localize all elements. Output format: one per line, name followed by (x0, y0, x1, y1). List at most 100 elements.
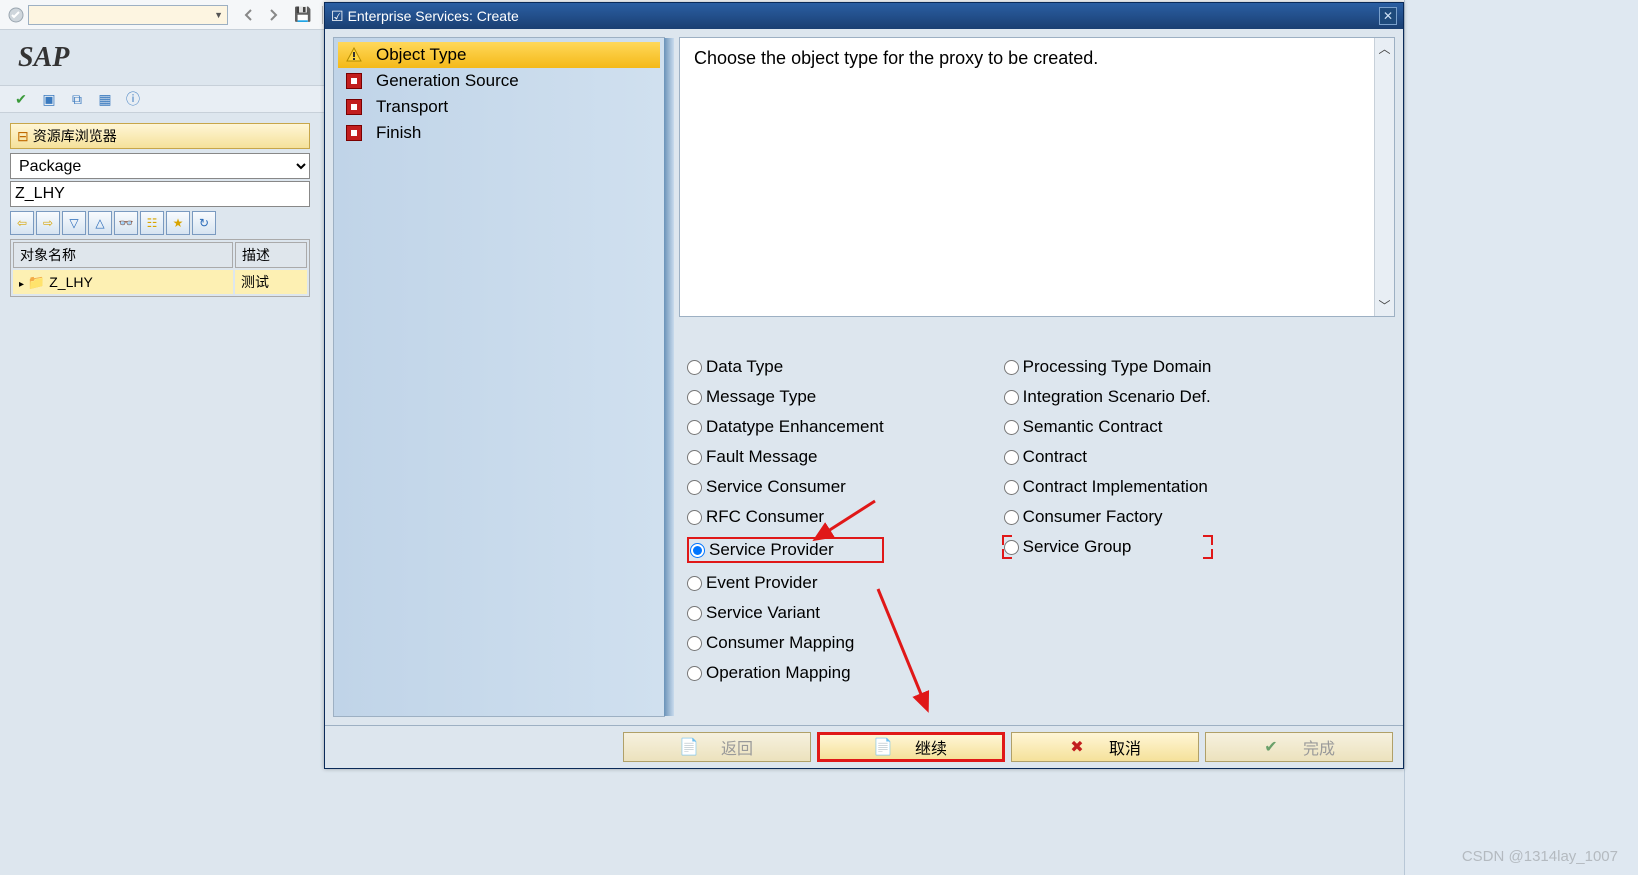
cell-name: Z_LHY (49, 274, 93, 290)
radio-event-provider[interactable]: Event Provider (687, 573, 884, 593)
table-row[interactable]: ▸ 📁 Z_LHY 测试 (13, 270, 307, 294)
radio-service-provider[interactable]: Service Provider (690, 540, 881, 560)
radio-consumer-mapping[interactable]: Consumer Mapping (687, 633, 884, 653)
radio-operation-mapping[interactable]: Operation Mapping (687, 663, 884, 683)
create-dialog: ☑ Enterprise Services: Create ✕ Object T… (324, 2, 1404, 769)
package-input[interactable] (10, 181, 310, 207)
copy-icon[interactable]: ⧉ (66, 88, 88, 110)
radio-input[interactable] (687, 450, 702, 465)
wizard-step-finish[interactable]: Finish (338, 120, 660, 146)
close-button[interactable]: ✕ (1379, 7, 1397, 25)
wizard-step-transport[interactable]: Transport (338, 94, 660, 120)
radio-label: Service Consumer (706, 477, 846, 497)
sap-logo: SAP (18, 42, 69, 74)
back-label: 返回 (721, 735, 753, 759)
radio-input[interactable] (1004, 450, 1019, 465)
radio-service-consumer[interactable]: Service Consumer (687, 477, 884, 497)
radio-input[interactable] (1004, 510, 1019, 525)
radio-fault-message[interactable]: Fault Message (687, 447, 884, 467)
radio-input[interactable] (687, 576, 702, 591)
radio-rfc-consumer[interactable]: RFC Consumer (687, 507, 884, 527)
paste-icon[interactable]: ▦ (94, 88, 116, 110)
chevron-down-icon: ▼ (214, 10, 223, 20)
create-icon[interactable]: ▣ (38, 88, 60, 110)
scroll-down-icon[interactable]: ﹀ (1378, 297, 1390, 314)
repo-type-select[interactable]: Package (10, 153, 310, 179)
back-button[interactable]: 📄 返回 (623, 732, 811, 762)
radio-input[interactable] (1004, 360, 1019, 375)
favorite-button[interactable]: ★ (166, 211, 190, 235)
radio-label: Consumer Factory (1023, 507, 1163, 527)
radio-label: Processing Type Domain (1023, 357, 1212, 377)
radio-processing-type-domain[interactable]: Processing Type Domain (1004, 357, 1212, 377)
radio-input[interactable] (687, 606, 702, 621)
radio-input[interactable] (1004, 480, 1019, 495)
cancel-button[interactable]: ✖ 取消 (1011, 732, 1199, 762)
wizard-step-generation-source[interactable]: Generation Source (338, 68, 660, 94)
radio-label: Service Variant (706, 603, 820, 623)
radio-input[interactable] (687, 360, 702, 375)
cell-desc: 测试 (235, 270, 307, 294)
radio-input[interactable] (687, 420, 702, 435)
window-icon: ☑ (331, 8, 344, 25)
finish-button[interactable]: ✔ 完成 (1205, 732, 1393, 762)
watermark: CSDN @1314lay_1007 (1462, 848, 1618, 865)
save-icon[interactable]: 💾 (292, 4, 314, 26)
radio-label: Integration Scenario Def. (1023, 387, 1211, 407)
radio-label: RFC Consumer (706, 507, 824, 527)
radio-contract-implementation[interactable]: Contract Implementation (1004, 477, 1212, 497)
continue-label: 继续 (915, 735, 947, 759)
col-object-name: 对象名称 (13, 242, 233, 268)
radio-input[interactable] (687, 390, 702, 405)
page-back-icon: 📄 (681, 739, 697, 755)
instruction-text: Choose the object type for the proxy to … (694, 48, 1098, 68)
command-field[interactable]: ▼ (28, 5, 228, 25)
repo-tree-table: 对象名称 描述 ▸ 📁 Z_LHY 测试 (10, 239, 310, 297)
execute-icon[interactable]: ✔ (10, 88, 32, 110)
step-label: Object Type (376, 45, 466, 65)
radio-message-type[interactable]: Message Type (687, 387, 884, 407)
instruction-panel: Choose the object type for the proxy to … (679, 37, 1395, 317)
step-label: Generation Source (376, 71, 519, 91)
nav-forward-button[interactable] (262, 4, 284, 26)
nav-left-button[interactable]: ⇦ (10, 211, 34, 235)
radio-input[interactable] (687, 636, 702, 651)
dialog-title-bar[interactable]: ☑ Enterprise Services: Create ✕ (325, 3, 1403, 29)
radio-input[interactable] (687, 666, 702, 681)
radio-input[interactable] (690, 543, 705, 558)
repository-browser: ⊟ 资源库浏览器 Package ⇦ ⇨ ▽ △ 👓 ☷ ★ ↻ 对象名称 描述… (10, 123, 310, 297)
cancel-label: 取消 (1109, 735, 1141, 759)
radio-label: Semantic Contract (1023, 417, 1163, 437)
radio-semantic-contract[interactable]: Semantic Contract (1004, 417, 1212, 437)
radio-service-group[interactable]: Service Group (1004, 537, 1212, 557)
radio-input[interactable] (687, 480, 702, 495)
radio-input[interactable] (1004, 390, 1019, 405)
radio-contract[interactable]: Contract (1004, 447, 1212, 467)
tree-button[interactable]: ☷ (140, 211, 164, 235)
radio-input[interactable] (1004, 420, 1019, 435)
hierarchy-icon: ⊟ (17, 128, 29, 145)
radio-consumer-factory[interactable]: Consumer Factory (1004, 507, 1212, 527)
status-ok-icon (8, 7, 24, 23)
radio-label: Data Type (706, 357, 783, 377)
expand-button[interactable]: △ (88, 211, 112, 235)
radio-data-type[interactable]: Data Type (687, 357, 884, 377)
radio-input[interactable] (687, 510, 702, 525)
dialog-footer: 📄 返回 📄 继续 ✖ 取消 ✔ 完成 (325, 725, 1403, 768)
refresh-button[interactable]: ↻ (192, 211, 216, 235)
nav-right-button[interactable]: ⇨ (36, 211, 60, 235)
radio-service-variant[interactable]: Service Variant (687, 603, 884, 623)
finish-icon: ✔ (1263, 739, 1279, 755)
radio-label: Operation Mapping (706, 663, 851, 683)
search-button[interactable]: 👓 (114, 211, 138, 235)
radio-label: Contract (1023, 447, 1087, 467)
instruction-scrollbar[interactable]: ︿ ﹀ (1374, 38, 1394, 316)
nav-back-button[interactable] (238, 4, 260, 26)
continue-button[interactable]: 📄 继续 (817, 732, 1005, 762)
filter-button[interactable]: ▽ (62, 211, 86, 235)
radio-datatype-enhancement[interactable]: Datatype Enhancement (687, 417, 884, 437)
info-icon[interactable]: ⓘ (122, 88, 144, 110)
wizard-step-object-type[interactable]: Object Type (338, 42, 660, 68)
radio-integration-scenario-def-[interactable]: Integration Scenario Def. (1004, 387, 1212, 407)
scroll-up-icon[interactable]: ︿ (1378, 40, 1390, 57)
